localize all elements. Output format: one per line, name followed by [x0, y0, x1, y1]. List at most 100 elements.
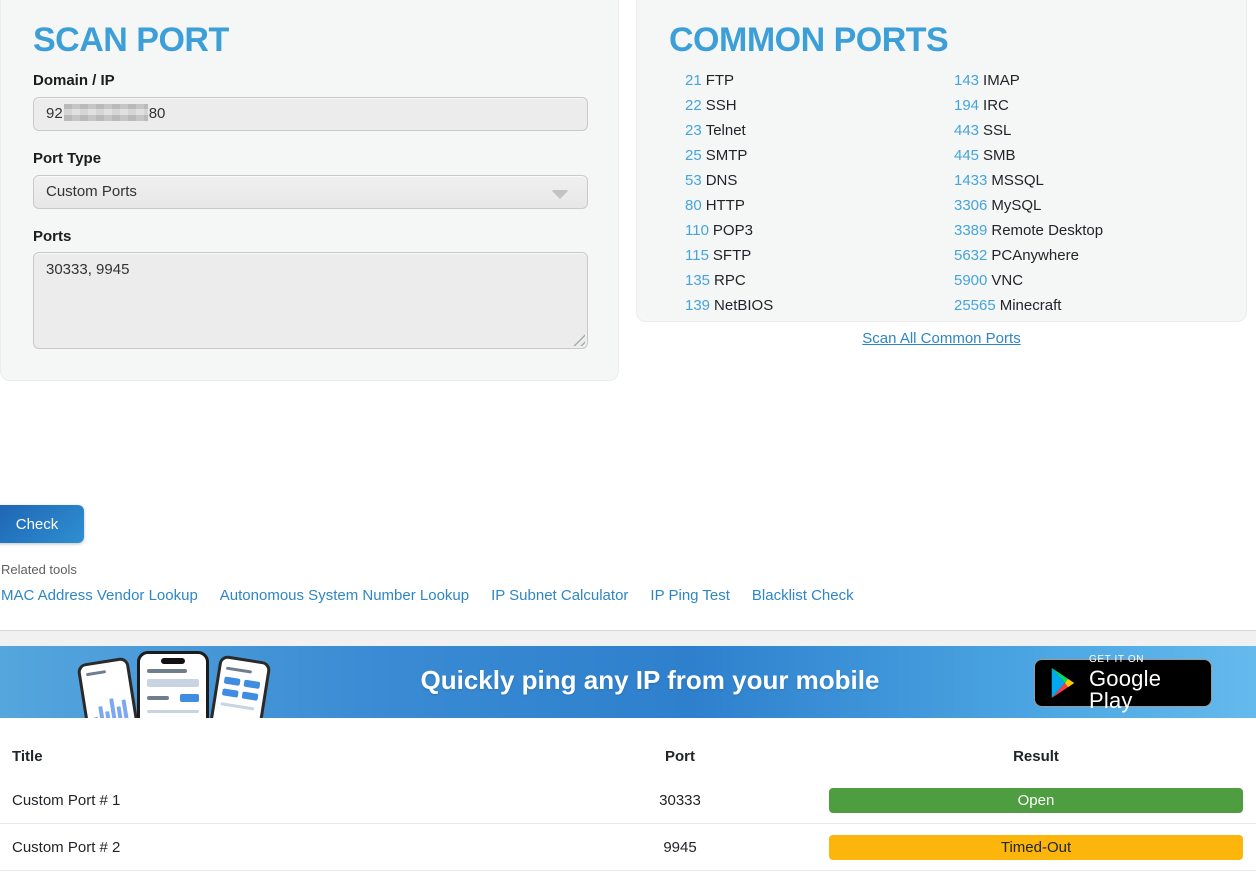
link-mac-address-vendor-lookup[interactable]: MAC Address Vendor Lookup: [1, 587, 198, 604]
results-header-row: Title Port Result: [0, 718, 1256, 777]
port-type-select[interactable]: Custom Ports: [33, 175, 588, 209]
row-port: 9945: [560, 839, 800, 856]
port-name: HTTP: [706, 197, 745, 214]
ports-value: 30333, 9945: [46, 261, 129, 278]
port-number: 3306: [954, 197, 987, 214]
port-number: 194: [954, 97, 979, 114]
port-name: VNC: [991, 272, 1023, 289]
link-asn-lookup[interactable]: Autonomous System Number Lookup: [220, 587, 469, 604]
port-name: PCAnywhere: [991, 247, 1079, 264]
google-play-badge-text: GET IT ON Google Play: [1089, 655, 1211, 712]
common-port-item[interactable]: 25565Minecraft: [954, 293, 1103, 318]
table-row: Custom Port # 1 30333 Open: [0, 777, 1256, 824]
port-type-label: Port Type: [33, 150, 101, 167]
common-port-item[interactable]: 445SMB: [954, 143, 1103, 168]
port-name: Remote Desktop: [991, 222, 1103, 239]
banner-headline: Quickly ping any IP from your mobile: [300, 665, 1000, 696]
common-port-item[interactable]: 53DNS: [685, 168, 773, 193]
scan-all-wrap: Scan All Common Ports: [636, 330, 1247, 348]
row-port: 30333: [560, 792, 800, 809]
common-port-item[interactable]: 25SMTP: [685, 143, 773, 168]
common-ports-card: COMMON PORTS 21FTP 22SSH 23Telnet 25SMTP…: [636, 0, 1247, 322]
port-number: 139: [685, 297, 710, 314]
scan-port-card: SCAN PORT Domain / IP 9280 Port Type Cus…: [0, 0, 619, 381]
port-name: POP3: [713, 222, 753, 239]
row-title: Custom Port # 2: [0, 839, 560, 856]
port-number: 25565: [954, 297, 996, 314]
related-tools-label: Related tools: [1, 562, 77, 577]
port-name: SFTP: [713, 247, 751, 264]
google-play-label: Google Play: [1089, 668, 1211, 712]
port-name: DNS: [706, 172, 738, 189]
get-it-on-label: GET IT ON: [1089, 655, 1211, 665]
port-number: 1433: [954, 172, 987, 189]
common-port-item[interactable]: 5900VNC: [954, 268, 1103, 293]
mobile-app-banner: Quickly ping any IP from your mobile GET…: [0, 646, 1256, 718]
status-badge-timed-out: Timed-Out: [829, 835, 1243, 860]
common-port-item[interactable]: 80HTTP: [685, 193, 773, 218]
common-port-item[interactable]: 139NetBIOS: [685, 293, 773, 318]
resize-handle-icon[interactable]: [572, 333, 585, 346]
common-port-item[interactable]: 135RPC: [685, 268, 773, 293]
link-blacklist-check[interactable]: Blacklist Check: [752, 587, 854, 604]
port-number: 5632: [954, 247, 987, 264]
port-number: 80: [685, 197, 702, 214]
common-port-item[interactable]: 5632PCAnywhere: [954, 243, 1103, 268]
header-title: Title: [0, 748, 560, 765]
google-play-icon: [1048, 666, 1078, 700]
header-result: Result: [800, 748, 1256, 765]
domain-ip-value-suffix: 80: [149, 105, 166, 122]
port-type-selected-value: Custom Ports: [46, 183, 137, 200]
phones-mockup-image: [75, 648, 275, 718]
port-name: SSH: [706, 97, 737, 114]
common-port-item[interactable]: 22SSH: [685, 93, 773, 118]
phone-right: [206, 654, 271, 718]
phone-left: [76, 656, 141, 718]
common-port-item[interactable]: 23Telnet: [685, 118, 773, 143]
common-port-item[interactable]: 115SFTP: [685, 243, 773, 268]
chevron-down-icon: [551, 190, 569, 199]
google-play-badge[interactable]: GET IT ON Google Play: [1034, 659, 1212, 707]
port-name: MSSQL: [991, 172, 1044, 189]
link-ip-ping-test[interactable]: IP Ping Test: [650, 587, 730, 604]
results-table: Title Port Result Custom Port # 1 30333 …: [0, 718, 1256, 871]
domain-ip-value-prefix: 92: [46, 105, 63, 122]
ports-label: Ports: [33, 228, 71, 245]
common-port-item[interactable]: 3306MySQL: [954, 193, 1103, 218]
scan-all-common-ports-link[interactable]: Scan All Common Ports: [862, 330, 1020, 347]
port-number: 443: [954, 122, 979, 139]
common-port-item[interactable]: 3389Remote Desktop: [954, 218, 1103, 243]
scan-port-title: SCAN PORT: [33, 21, 229, 60]
port-number: 53: [685, 172, 702, 189]
link-ip-subnet-calculator[interactable]: IP Subnet Calculator: [491, 587, 628, 604]
common-port-item[interactable]: 1433MSSQL: [954, 168, 1103, 193]
common-port-item[interactable]: 143IMAP: [954, 68, 1103, 93]
check-button[interactable]: Check: [0, 505, 84, 543]
common-port-item[interactable]: 443SSL: [954, 118, 1103, 143]
domain-ip-input[interactable]: 92 80: [33, 97, 588, 131]
port-number: 135: [685, 272, 710, 289]
port-name: IMAP: [983, 72, 1020, 89]
common-port-item[interactable]: 110POP3: [685, 218, 773, 243]
ports-textarea[interactable]: 30333, 9945: [33, 252, 588, 349]
port-number: 115: [685, 247, 709, 264]
port-name: Telnet: [706, 122, 746, 139]
common-ports-title: COMMON PORTS: [669, 21, 948, 60]
port-number: 5900: [954, 272, 987, 289]
status-badge-open: Open: [829, 788, 1243, 813]
port-name: RPC: [714, 272, 746, 289]
common-port-item[interactable]: 194IRC: [954, 93, 1103, 118]
phone-notch: [161, 658, 185, 664]
port-number: 23: [685, 122, 702, 139]
redacted-ip-segment: [64, 104, 148, 121]
port-name: FTP: [706, 72, 734, 89]
port-name: NetBIOS: [714, 297, 773, 314]
common-port-item[interactable]: 21FTP: [685, 68, 773, 93]
common-ports-column-2: 143IMAP 194IRC 443SSL 445SMB 1433MSSQL 3…: [954, 68, 1103, 318]
port-number: 25: [685, 147, 702, 164]
phone-center: [137, 651, 209, 718]
port-name: MySQL: [991, 197, 1041, 214]
table-row: Custom Port # 2 9945 Timed-Out: [0, 824, 1256, 871]
port-name: Minecraft: [1000, 297, 1062, 314]
related-tools-links: MAC Address Vendor Lookup Autonomous Sys…: [1, 587, 854, 604]
